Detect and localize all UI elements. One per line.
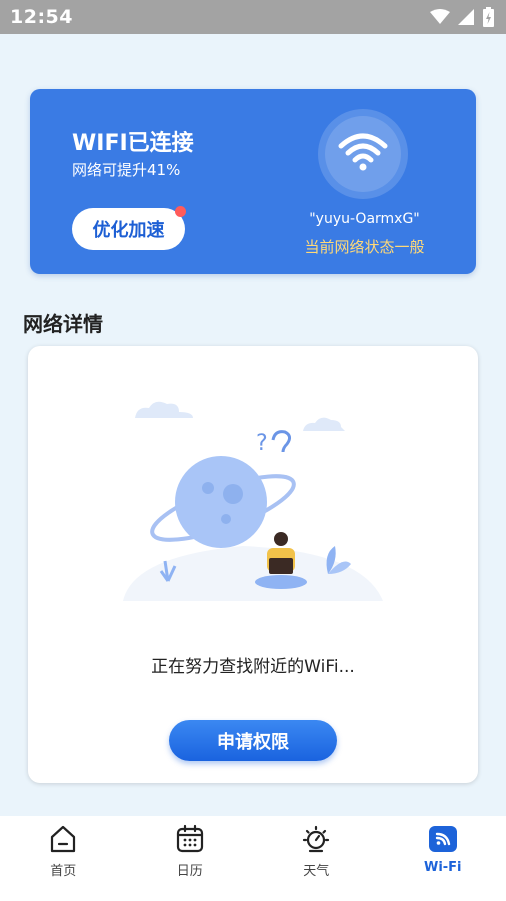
notification-dot <box>175 206 186 217</box>
nav-label-weather: 天气 <box>303 864 330 879</box>
network-detail-card: ? 正在努力查找附近的WiFi... 申请权限 <box>28 346 478 783</box>
status-time: 12:54 <box>10 6 73 28</box>
bottom-navigation: 首页 日历 天气 Wi-Fi <box>0 816 506 901</box>
nav-item-home[interactable]: 首页 <box>0 816 127 901</box>
wifi-icon-badge <box>318 109 408 199</box>
svg-text:?: ? <box>256 431 268 456</box>
nav-item-weather[interactable]: 天气 <box>253 816 380 901</box>
home-icon <box>46 822 80 856</box>
wifi-improve-subtitle: 网络可提升41% <box>72 161 181 179</box>
nav-item-calendar[interactable]: 日历 <box>127 816 254 901</box>
calendar-icon <box>173 822 207 856</box>
request-permission-button[interactable]: 申请权限 <box>169 720 337 761</box>
nav-label-wifi: Wi-Fi <box>423 860 462 875</box>
wifi-signal-icon <box>430 9 450 25</box>
weather-icon <box>299 822 333 856</box>
section-title: 网络详情 <box>23 312 103 336</box>
network-state-text: 当前网络状态一般 <box>304 238 425 256</box>
cell-signal-icon <box>458 9 475 25</box>
wifi-tab-icon <box>426 822 460 856</box>
wifi-status-card: WIFI已连接 网络可提升41% 优化加速 "yuyu-OarmxG" 当前网络… <box>30 89 476 274</box>
nav-label-calendar: 日历 <box>176 864 203 879</box>
nav-label-home: 首页 <box>50 864 77 879</box>
wifi-icon <box>337 132 389 176</box>
optimize-button[interactable]: 优化加速 <box>72 206 186 250</box>
planet-reading-illustration: ? <box>123 396 383 610</box>
wifi-ssid: "yuyu-OarmxG" <box>309 211 420 227</box>
searching-wifi-text: 正在努力查找附近的WiFi... <box>151 657 355 677</box>
status-icons <box>430 7 494 27</box>
status-bar: 12:54 <box>0 0 506 34</box>
nav-item-wifi[interactable]: Wi-Fi <box>380 816 506 901</box>
optimize-button-label: 优化加速 <box>92 220 165 241</box>
battery-charging-icon <box>483 7 494 27</box>
wifi-connected-title: WIFI已连接 <box>72 131 194 156</box>
